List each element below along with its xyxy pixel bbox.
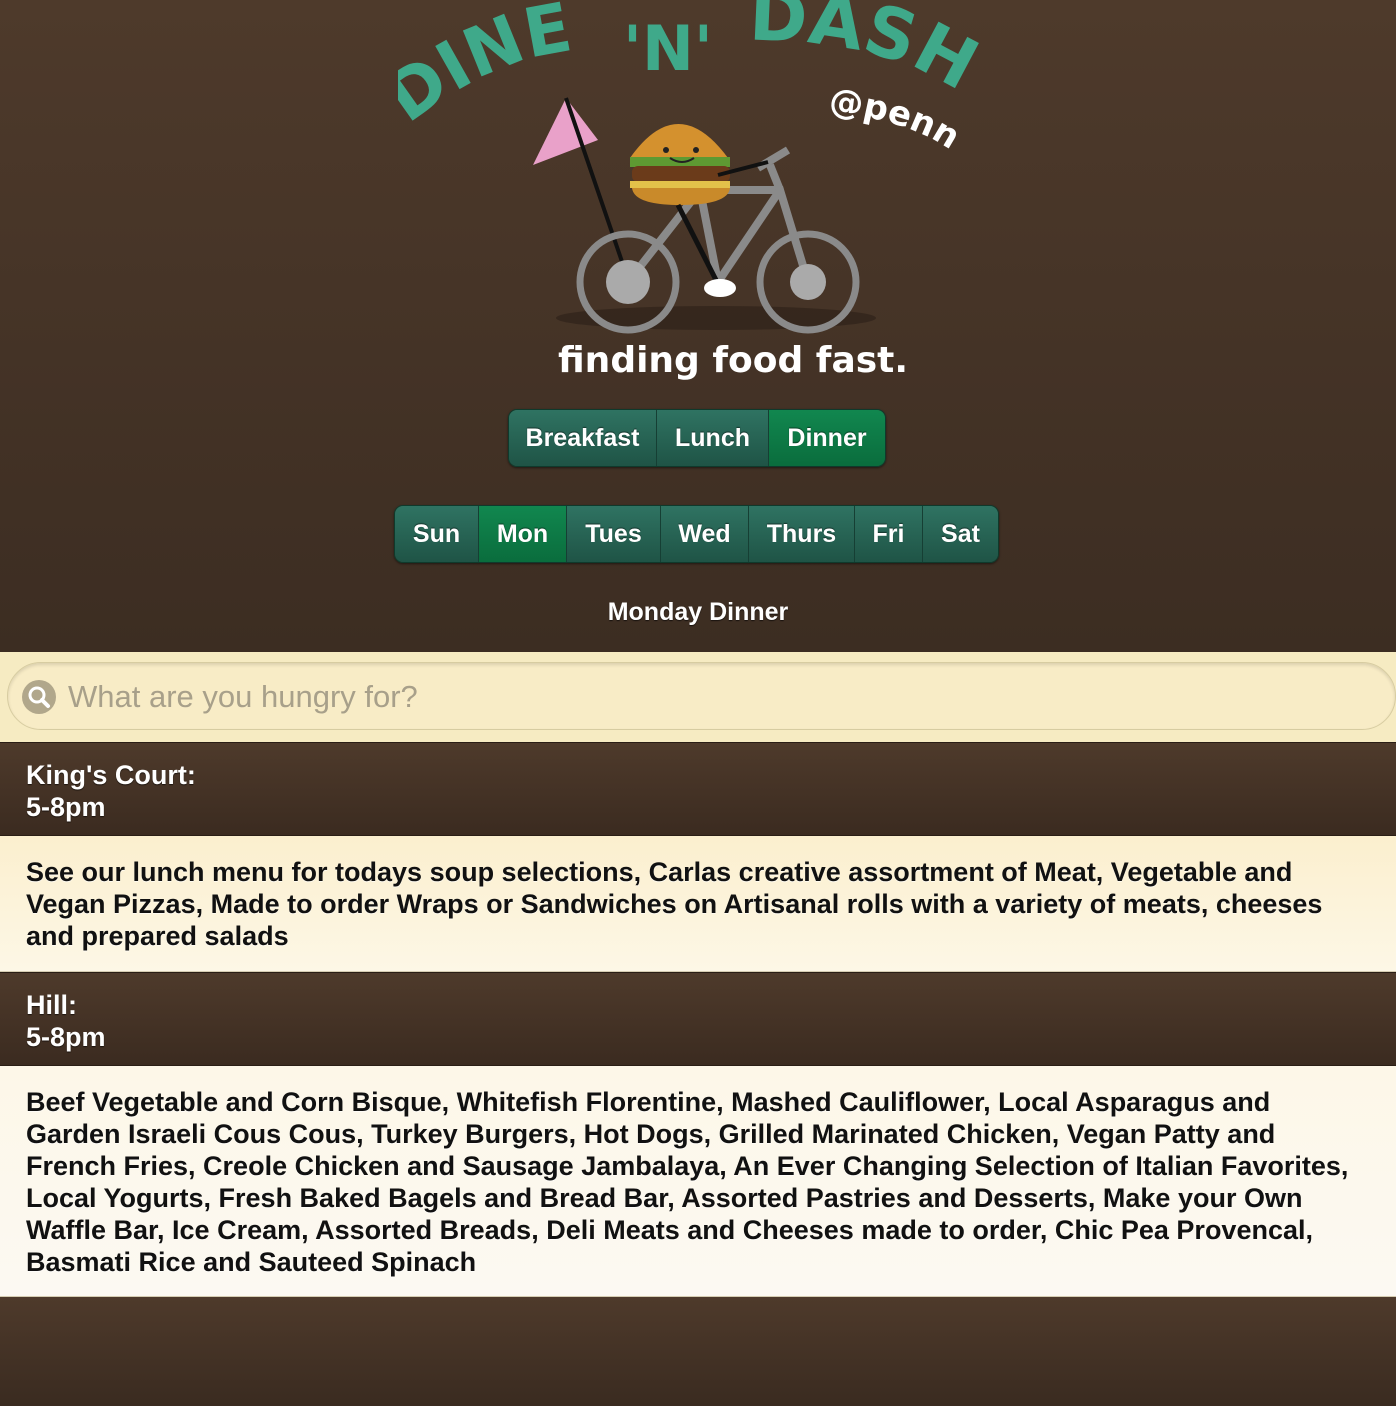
day-wed-button[interactable]: Wed — [661, 506, 749, 562]
dining-hall-name: Hill: — [26, 990, 77, 1020]
search-input[interactable] — [66, 671, 1370, 723]
rear-hub-icon — [790, 264, 826, 300]
dining-hall-hours: 5-8pm — [26, 1022, 106, 1052]
dining-hall-menu: See our lunch menu for todays soup selec… — [0, 836, 1396, 972]
meal-dinner-button[interactable]: Dinner — [769, 410, 885, 466]
logo-title-left: DINE — [398, 0, 577, 138]
pink-flag-icon — [533, 98, 598, 165]
day-selector: Sun Mon Tues Wed Thurs Fri Sat — [394, 505, 999, 563]
meal-breakfast-button[interactable]: Breakfast — [509, 410, 657, 466]
search-bar — [0, 652, 1396, 743]
dining-hall-name: King's Court: — [26, 760, 196, 790]
flag-pole-icon — [564, 97, 632, 286]
day-mon-button[interactable]: Mon — [479, 506, 567, 562]
day-sun-button[interactable]: Sun — [395, 506, 479, 562]
meal-selector: Breakfast Lunch Dinner — [508, 409, 886, 467]
dining-hall-header[interactable]: King's Court: 5-8pm — [0, 742, 1396, 836]
dine-n-dash-logo: DINE 'N' DASH @penn — [398, 0, 998, 390]
day-tues-button[interactable]: Tues — [567, 506, 661, 562]
logo-graphic: DINE 'N' DASH @penn — [398, 0, 991, 381]
logo-tagline: finding food fast. — [558, 340, 908, 381]
day-thurs-button[interactable]: Thurs — [749, 506, 855, 562]
front-hub-icon — [606, 260, 650, 304]
search-box[interactable] — [7, 662, 1396, 730]
day-fri-button[interactable]: Fri — [855, 506, 923, 562]
search-icon — [22, 680, 56, 714]
app-header: DINE 'N' DASH @penn — [0, 0, 1396, 652]
logo-title-middle: 'N' — [623, 12, 713, 85]
dining-hall-header[interactable]: Hill: 5-8pm — [0, 972, 1396, 1066]
meal-lunch-button[interactable]: Lunch — [657, 410, 769, 466]
page-footer — [0, 1297, 1396, 1406]
page-title: Monday Dinner — [607, 598, 789, 626]
burger-icon — [630, 124, 769, 297]
dining-hall-menu: Beef Vegetable and Corn Bisque, Whitefis… — [0, 1066, 1396, 1297]
dining-hall-hours: 5-8pm — [26, 792, 106, 822]
day-sat-button[interactable]: Sat — [923, 506, 998, 562]
